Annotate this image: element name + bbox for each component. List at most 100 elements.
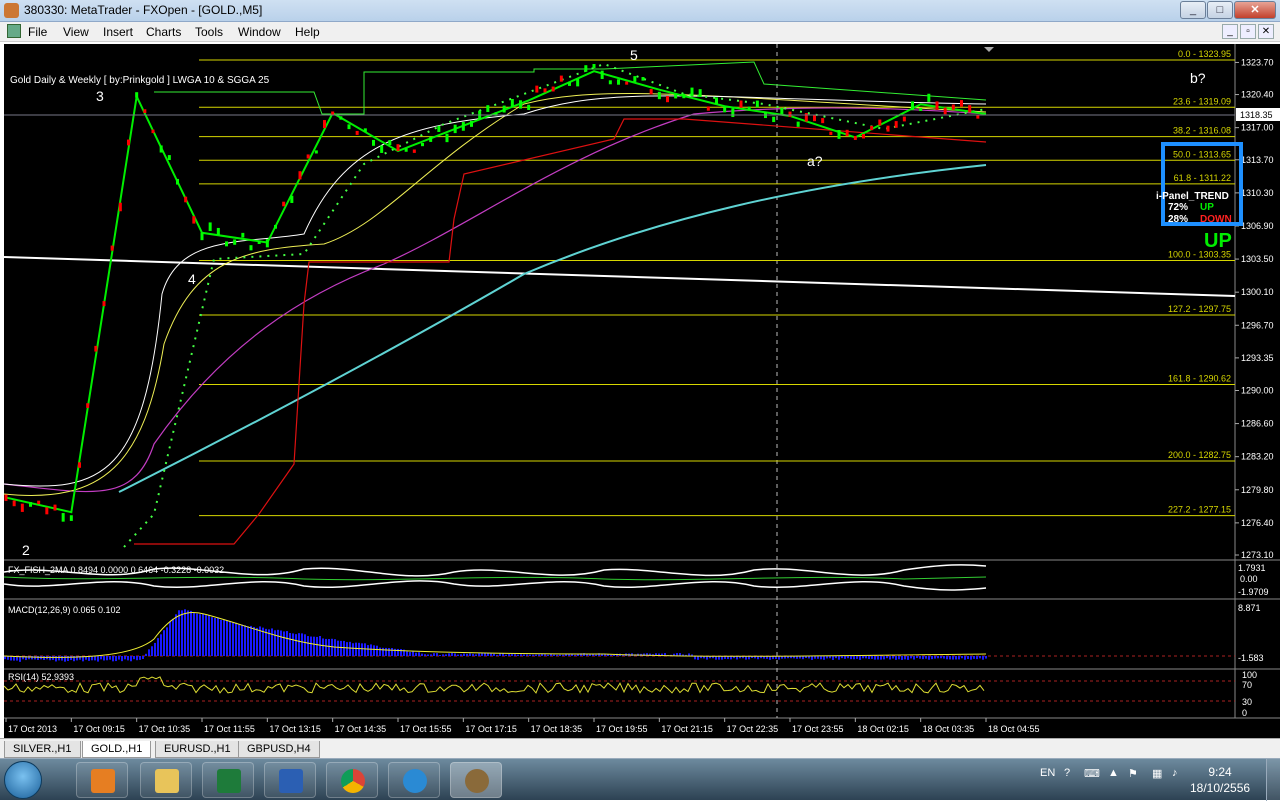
x-tick-label: 17 Oct 14:35 [335, 724, 387, 734]
candle [559, 75, 563, 82]
rsi-scale-70: 70 [1242, 680, 1252, 690]
clock[interactable]: 9:24 18/10/2556 [1190, 764, 1250, 796]
candle [878, 119, 882, 126]
volume-tray-icon[interactable]: ♪ [1172, 767, 1178, 779]
macd-bar [124, 656, 126, 660]
show-desktop-button[interactable] [1266, 759, 1280, 801]
tab-eurusd[interactable]: EURUSD.,H1 [155, 741, 240, 758]
mdi-minimize-button[interactable]: _ [1222, 24, 1238, 39]
macd-bar [883, 656, 885, 660]
candle [306, 154, 310, 159]
macd-bar [67, 656, 69, 662]
candle [641, 77, 645, 81]
menu-help[interactable]: Help [295, 25, 320, 39]
metatrader-button[interactable] [450, 762, 502, 798]
maximize-button[interactable]: □ [1207, 1, 1233, 19]
macd-bar [178, 610, 180, 656]
tab-gbpusd[interactable]: GBPUSD,H4 [238, 741, 320, 758]
candle [625, 81, 629, 85]
candle [429, 136, 433, 142]
candle [282, 201, 286, 207]
macd-bar [928, 656, 930, 660]
macd-bar [913, 656, 915, 660]
macd-bar [496, 654, 498, 656]
show-hidden-icons[interactable]: ▲ [1108, 767, 1119, 779]
macd-bar [859, 656, 861, 660]
macd-bar [559, 654, 561, 656]
macd-bar [151, 646, 153, 656]
minimize-button[interactable]: _ [1180, 1, 1206, 19]
candle [445, 133, 449, 143]
word-button[interactable] [264, 762, 316, 798]
macd-bar [340, 640, 342, 656]
excel-button[interactable] [202, 762, 254, 798]
macd-bar [232, 622, 234, 656]
network-tray-icon[interactable]: ▦ [1152, 767, 1162, 780]
macd-bar [103, 656, 105, 661]
macd-bar [937, 656, 939, 659]
keyboard-tray-icon[interactable]: ⌨ [1084, 767, 1100, 780]
macd-bar [181, 610, 183, 656]
internet-explorer-icon [403, 769, 427, 793]
flag-tray-icon[interactable]: ⚑ [1128, 767, 1138, 780]
menu-charts[interactable]: Charts [146, 25, 181, 39]
price-chart[interactable]: 0.0 - 1323.95 23.6 - 1319.09 38.2 - 1316.0… [4, 44, 1280, 738]
macd-bar [460, 654, 462, 656]
macd-label: MACD(12,26,9) 0.065 0.102 [8, 605, 121, 615]
candle [862, 134, 865, 139]
candle [135, 92, 139, 98]
candle [437, 125, 441, 132]
chart-window[interactable]: 0.0 - 1323.95 23.6 - 1319.09 38.2 - 1316.0… [4, 44, 1280, 738]
fib-label: 127.2 - 1297.75 [1168, 304, 1231, 314]
ie-button[interactable] [388, 762, 440, 798]
close-button[interactable]: ✕ [1234, 1, 1276, 19]
macd-bar [229, 621, 231, 656]
candle [461, 121, 465, 131]
macd-bar [214, 617, 216, 656]
macd-bar [535, 654, 537, 656]
macd-bar [820, 656, 822, 660]
macd-bar [166, 627, 168, 656]
trend-up-word: UP [1200, 202, 1214, 213]
macd-bar [874, 656, 876, 660]
y-tick-label: 1323.70 [1241, 57, 1274, 67]
menu-window[interactable]: Window [238, 25, 281, 39]
tab-silver[interactable]: SILVER.,H1 [4, 741, 81, 758]
macd-bar [316, 636, 318, 656]
macd-bar [313, 636, 315, 656]
candle [200, 232, 204, 241]
language-indicator[interactable]: EN [1040, 767, 1055, 779]
candle [314, 150, 318, 154]
y-tick-label: 1317.00 [1241, 123, 1274, 133]
wave-label-5: 5 [630, 47, 638, 63]
macd-bar [817, 656, 819, 659]
macd-bar [910, 656, 912, 659]
candle [159, 145, 163, 153]
macd-bar [835, 656, 837, 659]
fib-label: 23.6 - 1319.09 [1173, 96, 1231, 106]
candle [45, 507, 49, 515]
menu-view[interactable]: View [63, 25, 89, 39]
macd-bar [556, 654, 558, 656]
menu-tools[interactable]: Tools [195, 25, 223, 39]
menu-insert[interactable]: Insert [103, 25, 133, 39]
help-tray-icon[interactable]: ? [1064, 767, 1070, 779]
excel-icon [217, 769, 241, 793]
macd-bar [148, 649, 150, 656]
media-player-button[interactable] [76, 762, 128, 798]
macd-bar [811, 656, 813, 660]
macd-bar [466, 653, 468, 656]
mdi-restore-button[interactable]: ▫ [1240, 24, 1256, 39]
explorer-button[interactable] [140, 762, 192, 798]
menu-file[interactable]: File [28, 25, 47, 39]
macd-bar [922, 656, 924, 660]
chrome-button[interactable] [326, 762, 378, 798]
x-tick-label: 17 Oct 23:55 [792, 724, 844, 734]
macd-bar [58, 656, 60, 661]
macd-bar [481, 653, 483, 656]
mdi-close-button[interactable]: ✕ [1258, 24, 1274, 39]
macd-bar [286, 631, 288, 656]
x-tick-label: 17 Oct 21:15 [661, 724, 713, 734]
tab-gold[interactable]: GOLD.,H1 [82, 741, 152, 758]
start-button[interactable] [4, 761, 42, 799]
